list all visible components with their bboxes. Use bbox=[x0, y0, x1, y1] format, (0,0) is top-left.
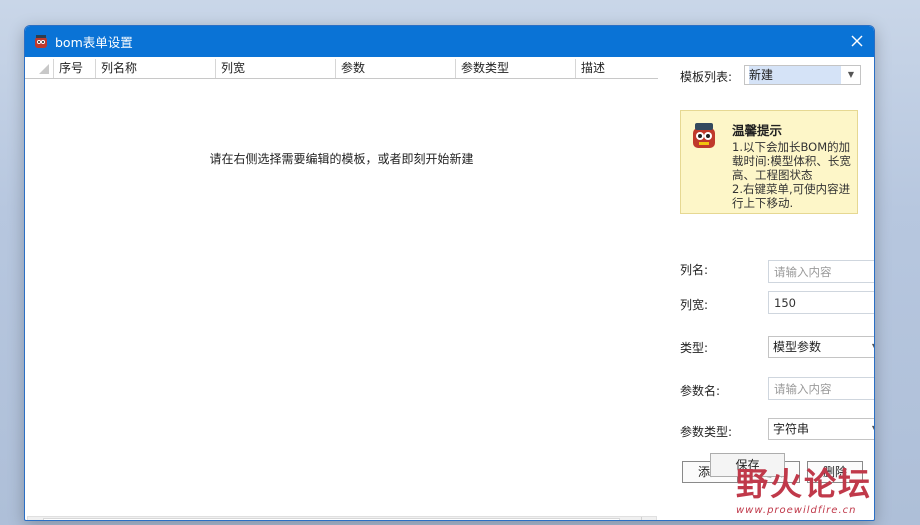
column-header-name[interactable]: 列名称 bbox=[95, 59, 215, 78]
tip-body: 1.以下会加长BOM的加载时间:模型体积、长宽高、工程图状态 2.右键菜单,可使… bbox=[732, 140, 851, 210]
param-name-input[interactable] bbox=[768, 377, 874, 400]
select-all-corner-icon[interactable] bbox=[25, 59, 53, 78]
template-list-select[interactable]: 新建 ▼ bbox=[744, 65, 861, 85]
column-name-label: 列名: bbox=[680, 263, 709, 277]
window-title: bom表单设置 bbox=[55, 35, 133, 50]
column-width-input[interactable] bbox=[768, 291, 874, 314]
save-button[interactable]: 保存 bbox=[710, 453, 785, 477]
type-value: 模型参数 bbox=[773, 340, 822, 354]
param-type-select[interactable]: 字符串 ▼ bbox=[768, 418, 874, 440]
column-header-desc[interactable]: 描述 bbox=[575, 59, 658, 78]
bom-settings-dialog: bom表单设置 序号 列名称 列宽 参数 参数类型 描述 请在右侧选择需要编辑的… bbox=[24, 25, 875, 521]
scrollbar-thumb[interactable] bbox=[43, 518, 620, 520]
bom-column-grid[interactable]: 序号 列名称 列宽 参数 参数类型 描述 请在右侧选择需要编辑的模板，或者即刻开… bbox=[25, 57, 658, 520]
column-name-input[interactable] bbox=[768, 260, 874, 283]
dropdown-arrow-icon: ▼ bbox=[872, 337, 874, 357]
column-header-width[interactable]: 列宽 bbox=[215, 59, 335, 78]
delete-button[interactable]: 删除 bbox=[807, 461, 863, 483]
column-width-label: 列宽: bbox=[680, 298, 709, 312]
type-label: 类型: bbox=[680, 341, 709, 355]
tip-title: 温馨提示 bbox=[732, 123, 783, 138]
param-type-value: 字符串 bbox=[773, 422, 810, 436]
title-bar[interactable]: bom表单设置 bbox=[25, 26, 874, 57]
close-icon[interactable] bbox=[848, 32, 866, 50]
param-name-label: 参数名: bbox=[680, 384, 721, 398]
template-editor-panel: 模板列表: 新建 ▼ 温馨提示 1.以下会加长BOM的加载时间:模型体积、长宽高… bbox=[658, 57, 874, 520]
column-header-param[interactable]: 参数 bbox=[335, 59, 455, 78]
tip-box: 温馨提示 1.以下会加长BOM的加载时间:模型体积、长宽高、工程图状态 2.右键… bbox=[680, 110, 858, 214]
horizontal-scrollbar[interactable] bbox=[27, 516, 657, 520]
scroll-left-icon[interactable] bbox=[28, 517, 42, 520]
grid-header: 序号 列名称 列宽 参数 参数类型 描述 bbox=[25, 59, 658, 79]
empty-grid-message: 请在右侧选择需要编辑的模板，或者即刻开始新建 bbox=[209, 152, 474, 166]
app-icon bbox=[33, 34, 49, 50]
template-list-label: 模板列表: bbox=[680, 70, 733, 84]
type-select[interactable]: 模型参数 ▼ bbox=[768, 336, 874, 358]
dropdown-arrow-icon: ▼ bbox=[847, 70, 854, 79]
column-header-index[interactable]: 序号 bbox=[53, 59, 95, 78]
column-header-param-type[interactable]: 参数类型 bbox=[455, 59, 575, 78]
param-type-label: 参数类型: bbox=[680, 425, 733, 439]
mascot-icon bbox=[689, 121, 719, 151]
template-list-value: 新建 bbox=[749, 66, 841, 84]
dropdown-arrow-icon: ▼ bbox=[872, 419, 874, 439]
scroll-right-icon[interactable] bbox=[641, 517, 656, 520]
